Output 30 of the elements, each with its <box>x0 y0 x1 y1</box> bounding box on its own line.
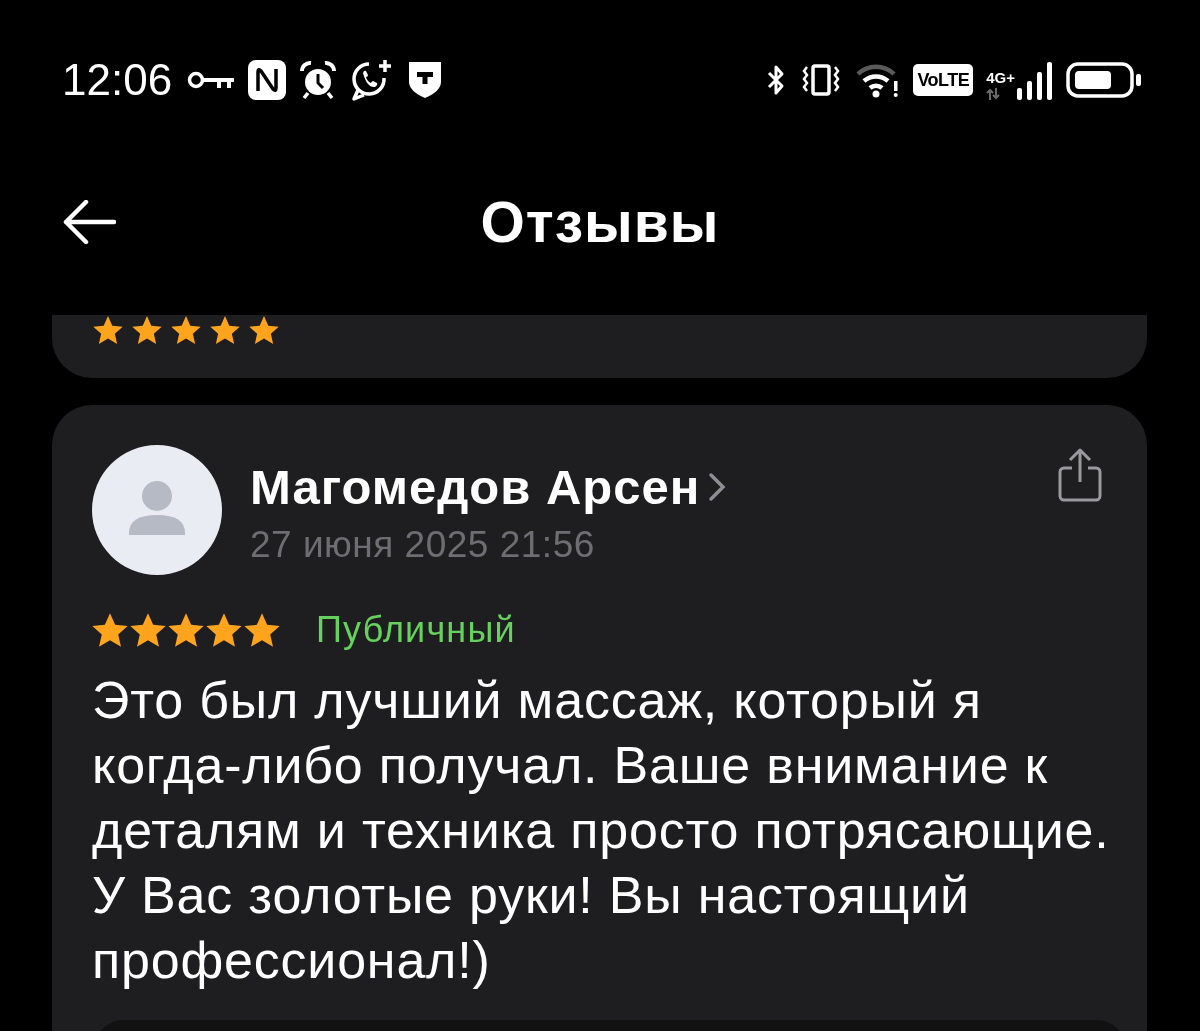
star-icon <box>249 315 279 345</box>
data-arrows-icon <box>986 88 1001 100</box>
visibility-label: Публичный <box>316 610 516 650</box>
star-icon <box>93 315 123 345</box>
shield-icon <box>407 60 444 100</box>
author-name[interactable]: Магомедов Арсен <box>250 459 701 515</box>
alarm-clock-icon <box>299 60 338 100</box>
star-icon <box>92 612 128 648</box>
page-title: Отзывы <box>480 192 720 252</box>
avatar-icon <box>92 445 222 575</box>
star-icon <box>168 612 204 648</box>
clock-time: 12:06 <box>62 55 173 105</box>
star-icon <box>244 612 280 648</box>
star-icon <box>132 315 162 345</box>
share-button[interactable] <box>1058 448 1102 505</box>
star-icon <box>130 612 166 648</box>
battery-icon <box>1066 62 1142 98</box>
share-icon <box>1058 448 1102 502</box>
key-icon <box>187 69 236 91</box>
nfc-icon <box>248 60 287 100</box>
network-badge: VoLTE <box>913 64 974 96</box>
chevron-right-icon <box>708 472 727 502</box>
star-icon <box>210 315 240 345</box>
signal-bars-icon <box>1017 60 1053 100</box>
star-icon <box>171 315 201 345</box>
star-icon <box>206 612 242 648</box>
review-text: Это был лучший массаж, который я когда-либо получал. Ваше внимание к деталям и техника просто потрясающие. У Вас золотые руки! Вы настоящий профессионал!) <box>92 670 1111 991</box>
review-date: 27 июня 2025 21:56 <box>250 523 596 567</box>
network-type: 4G+ <box>986 70 1015 86</box>
back-arrow-icon <box>62 200 116 244</box>
